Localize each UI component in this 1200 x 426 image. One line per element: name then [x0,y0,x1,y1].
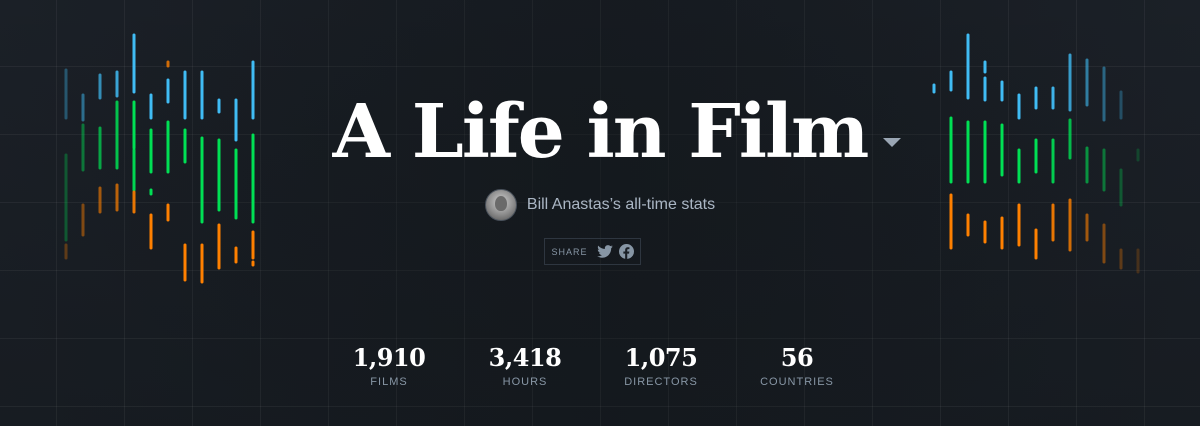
stat-value: 56 [780,343,814,372]
title-area: A Life in Film [0,89,1200,175]
share-bar: SHARE [544,238,641,265]
stat-label: DIRECTORS [624,375,698,388]
stat-label: COUNTRIES [760,375,834,388]
share-label: SHARE [551,246,588,257]
chevron-down-icon[interactable] [883,138,902,147]
avatar[interactable] [484,189,517,221]
byline: Bill Anastas’s all-time stats [0,189,1200,221]
stat-value: 1,910 [352,343,426,372]
stat-films[interactable]: 1,910 FILMS [329,343,449,388]
stat-directors[interactable]: 1,075 DIRECTORS [601,343,721,388]
page-title-text: A Life in Film [332,89,870,175]
stat-label: HOURS [502,375,548,388]
stat-value: 1,075 [624,343,698,372]
stat-countries[interactable]: 56 COUNTRIES [737,343,857,388]
stat-hours[interactable]: 3,418 HOURS [465,343,585,388]
byline-text: Bill Anastas’s all-time stats [526,196,716,213]
stat-value: 3,418 [488,343,562,372]
page-title[interactable]: A Life in Film [332,89,902,175]
facebook-icon[interactable] [618,244,634,259]
twitter-icon[interactable] [596,245,613,258]
stat-label: FILMS [370,375,408,388]
